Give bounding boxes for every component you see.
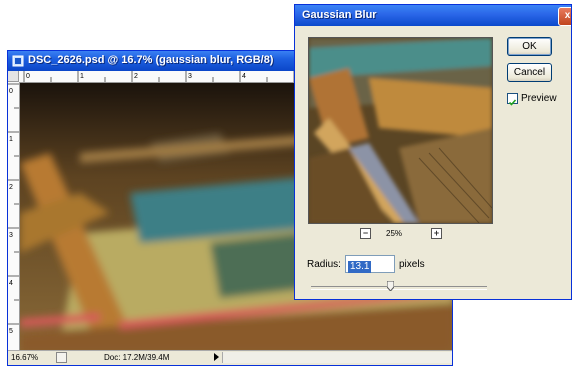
cancel-button[interactable]: Cancel [507, 63, 552, 82]
close-icon[interactable]: x [558, 7, 571, 26]
dialog-title-bar[interactable]: Gaussian Blur x [295, 5, 571, 26]
slider-thumb-icon[interactable] [386, 281, 394, 291]
filter-preview[interactable] [308, 37, 493, 224]
vertical-ruler-ticks: 0 1 2 3 4 5 [8, 83, 19, 335]
ruler-h-label: 1 [80, 73, 84, 80]
radius-unit: pixels [399, 259, 425, 270]
preview-checkbox[interactable] [507, 93, 518, 106]
status-bar: 16.67% Doc: 17.2M/39.4M [8, 350, 452, 365]
navigator-icon[interactable] [56, 352, 67, 363]
preview-zoom-percent: 25% [386, 229, 403, 238]
ruler-v-label: 4 [9, 280, 13, 287]
radius-label: Radius: [307, 259, 341, 270]
photoshop-doc-icon [12, 55, 24, 67]
preview-image [309, 38, 492, 223]
preview-label[interactable]: Preview [521, 93, 557, 104]
radius-slider-track[interactable] [311, 286, 487, 290]
dialog-title: Gaussian Blur [302, 9, 377, 21]
checkmark-icon [508, 99, 517, 106]
ruler-origin[interactable] [8, 71, 19, 82]
gaussian-blur-dialog: Gaussian Blur x − 25% + OK Cancel Previe… [294, 4, 572, 300]
ruler-v-label: 0 [9, 88, 13, 95]
ruler-v-label: 5 [9, 328, 13, 335]
horizontal-scrollbar[interactable] [222, 352, 452, 363]
document-title: DSC_2626.psd @ 16.7% (gaussian blur, RGB… [28, 54, 274, 66]
ruler-h-label: 4 [242, 73, 246, 80]
status-menu-arrow-icon[interactable] [214, 353, 219, 361]
ruler-h-label: 0 [26, 73, 30, 80]
document-size-info: Doc: 17.2M/39.4M [104, 353, 170, 362]
vertical-ruler[interactable]: 0 1 2 3 4 5 [8, 82, 20, 351]
radius-input[interactable]: 13.1 [345, 255, 395, 273]
ruler-h-label: 3 [188, 73, 192, 80]
zoom-out-icon[interactable]: − [360, 228, 371, 239]
zoom-level[interactable]: 16.67% [11, 353, 38, 362]
ruler-v-label: 1 [9, 136, 13, 143]
ruler-h-label: 2 [134, 73, 138, 80]
ruler-v-label: 3 [9, 232, 13, 239]
preview-zoom-controls: − 25% + [308, 228, 491, 242]
ok-button[interactable]: OK [507, 37, 552, 56]
zoom-in-icon[interactable]: + [431, 228, 442, 239]
ruler-v-label: 2 [9, 184, 13, 191]
radius-value: 13.1 [348, 261, 372, 273]
